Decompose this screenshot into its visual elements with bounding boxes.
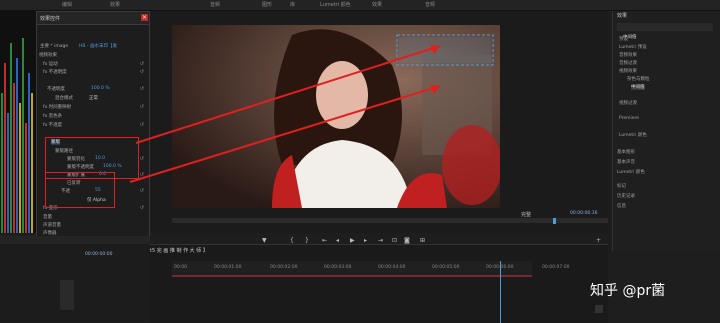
panel-title: 效果 [617,13,628,19]
panel-tab[interactable]: 历史记录 [617,193,635,199]
ruler-tick: 00:00:04:00 [378,265,406,270]
fit-select[interactable]: 完整 [521,211,531,218]
ruler-tick: 00:00:02:00 [270,265,298,270]
folder-item[interactable]: 音频过渡 [619,60,637,66]
timecode: 00:00:00:00 [85,252,113,257]
folder-item[interactable]: Lumetri 颜色 [619,132,647,138]
ruler-tick: 00:00:05:00 [432,265,460,270]
playhead[interactable] [553,218,556,224]
camera-icon[interactable]: ◙ [404,237,410,244]
folder-item[interactable]: 视频过渡 [619,100,637,106]
ruler-tick: 00:00:07:00 [542,265,570,270]
mark-in-icon[interactable]: { [290,237,294,244]
go-to-in-icon[interactable]: ⇤ [322,237,327,244]
scrubber[interactable] [172,218,608,223]
ruler-tick: 00:00:03:00 [324,265,352,270]
watermark: 知乎 @pr菌 [590,283,666,299]
panel-tab[interactable]: 基本声音 [617,159,635,165]
bin-header [0,236,150,244]
play-icon[interactable]: ▶ [350,237,355,244]
folder-item[interactable]: 预设 [619,36,628,42]
overwrite-icon[interactable]: ⊞ [420,237,425,244]
timeline-panel: t5 完 画 推 制 作 大 师 】 00:00 00:00:01:00 00:… [150,244,608,323]
step-forward-icon[interactable]: ▸ [364,237,367,244]
step-back-icon[interactable]: ◂ [336,237,339,244]
scroll-handle[interactable] [595,305,603,313]
timecode-right: 00:00:06:16 [570,211,598,216]
panel-tab[interactable]: 信息 [617,203,626,209]
insert-icon[interactable]: ⊡ [392,237,397,244]
project-bin: 00:00:00:00 [0,236,150,322]
timeline-playhead[interactable] [500,261,501,323]
mark-out-icon[interactable]: } [305,237,309,244]
work-area-bar[interactable] [172,275,532,277]
folder-item[interactable]: 视频效果 [619,68,637,74]
ruler-tick: 00:00:01:00 [214,265,242,270]
sequence-tab[interactable]: t5 完 画 推 制 作 大 师 】 [150,247,208,254]
folder-item[interactable]: 杂色与颗粒 [627,76,650,82]
folder-item[interactable]: 音频效果 [619,52,637,58]
effect-item-selected[interactable]: 中间值 [631,84,645,90]
panel-tab[interactable]: Lumetri 颜色 [617,169,645,175]
ruler-tick: 00:00 [174,265,187,270]
add-marker-icon[interactable]: ▼ [262,237,267,244]
panel-tab[interactable]: 标记 [617,183,626,189]
go-to-out-icon[interactable]: ⇥ [378,237,383,244]
panel-tab[interactable]: 基本图形 [617,149,635,155]
folder-item[interactable]: Premiere [619,116,639,121]
effects-browser: 效果 中间值 预设 Lumetri 预设 音频效果 音频过渡 视频效果 杂色与颗… [612,11,720,251]
add-button-icon[interactable]: + [596,237,601,244]
search-input[interactable]: 中间值 [617,23,713,40]
tool-strip[interactable] [60,280,74,310]
folder-item[interactable]: Lumetri 预设 [619,44,647,50]
